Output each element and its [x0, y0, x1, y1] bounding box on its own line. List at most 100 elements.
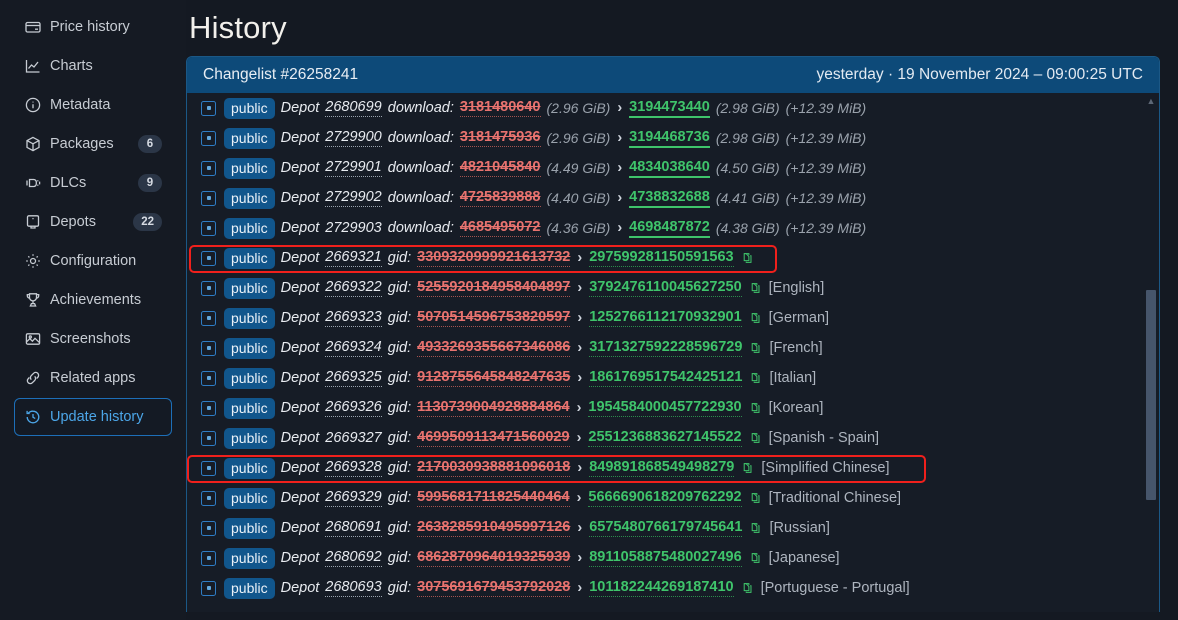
sidebar-item-update-history[interactable]: Update history: [14, 398, 172, 436]
arrow-separator: ›: [576, 520, 583, 536]
depot-number[interactable]: 2669322: [325, 279, 381, 297]
copy-icon[interactable]: [750, 432, 761, 444]
depot-number[interactable]: 2680699: [325, 99, 381, 117]
branch-square-icon[interactable]: [201, 461, 216, 476]
old-value: 3075691679453792028: [417, 579, 570, 597]
depot-number[interactable]: 2729903: [325, 220, 381, 236]
branch-badge: public: [224, 578, 275, 599]
branch-square-icon[interactable]: [201, 251, 216, 266]
copy-icon[interactable]: [750, 492, 761, 504]
sidebar-item-charts[interactable]: Charts: [14, 47, 172, 85]
sidebar-item-configuration[interactable]: Configuration: [14, 242, 172, 280]
language-label: [Simplified Chinese]: [761, 460, 889, 476]
branch-badge: public: [224, 248, 275, 269]
branch-badge: public: [224, 488, 275, 509]
language-label: [Japanese]: [769, 550, 840, 566]
page-title: History: [186, 0, 1160, 52]
branch-square-icon[interactable]: [201, 221, 216, 236]
field-label: download:: [388, 190, 454, 206]
changelist-row: publicDepot2680692gid:686287096401932593…: [201, 543, 1159, 573]
copy-icon[interactable]: [750, 402, 761, 414]
sidebar-item-label: DLCs: [50, 175, 129, 191]
old-size: (4.36 GiB): [547, 220, 611, 236]
depot-number[interactable]: 2669327: [325, 430, 381, 446]
changelist-row: publicDepot2669322gid:525592018495840489…: [201, 273, 1159, 303]
copy-icon[interactable]: [750, 552, 761, 564]
copy-icon[interactable]: [750, 372, 761, 384]
branch-square-icon[interactable]: [201, 581, 216, 596]
depot-number[interactable]: 2669326: [325, 399, 381, 417]
arrow-separator: ›: [616, 190, 623, 206]
branch-square-icon[interactable]: [201, 161, 216, 176]
sidebar-item-label: Depots: [50, 214, 124, 230]
sidebar-item-screenshots[interactable]: Screenshots: [14, 320, 172, 358]
old-value: 6862870964019325939: [417, 549, 570, 567]
field-label: gid:: [388, 400, 411, 416]
depot-number[interactable]: 2680692: [325, 549, 381, 567]
depot-number[interactable]: 2669329: [325, 489, 381, 507]
sidebar-item-packages[interactable]: Packages6: [14, 125, 172, 163]
language-label: [Russian]: [769, 520, 829, 536]
depot-number[interactable]: 2729901: [325, 159, 381, 177]
branch-square-icon[interactable]: [201, 131, 216, 146]
sidebar-item-price-history[interactable]: Price history: [14, 8, 172, 46]
copy-icon[interactable]: [742, 582, 753, 594]
changelist-panel: Changelist #26258241 yesterday · 19 Nove…: [186, 56, 1160, 612]
old-value: 1130739004928884864: [417, 399, 569, 417]
copy-icon[interactable]: [750, 522, 761, 534]
branch-square-icon[interactable]: [201, 191, 216, 206]
copy-icon[interactable]: [750, 312, 761, 324]
new-size: (2.98 GiB): [716, 100, 780, 116]
field-label: gid:: [388, 280, 411, 296]
scrollbar-thumb[interactable]: [1146, 290, 1156, 500]
sidebar-item-achievements[interactable]: Achievements: [14, 281, 172, 319]
arrow-separator: ›: [616, 130, 623, 146]
sidebar-item-related-apps[interactable]: Related apps: [14, 359, 172, 397]
branch-square-icon[interactable]: [201, 311, 216, 326]
branch-square-icon[interactable]: [201, 491, 216, 506]
depot-number[interactable]: 2729900: [325, 129, 381, 147]
dlc-plug-icon: [24, 175, 41, 192]
branch-square-icon[interactable]: [201, 371, 216, 386]
branch-square-icon[interactable]: [201, 281, 216, 296]
branch-square-icon[interactable]: [201, 101, 216, 116]
depot-number[interactable]: 2669323: [325, 309, 381, 327]
vertical-scrollbar[interactable]: ▲: [1145, 94, 1157, 612]
depot-number[interactable]: 2669328: [325, 459, 381, 477]
new-size: (2.98 GiB): [716, 130, 780, 146]
old-value: 3309320999921613732: [417, 249, 570, 267]
field-label: gid:: [388, 250, 411, 266]
image-icon: [24, 331, 41, 348]
scroll-up-arrow-icon[interactable]: ▲: [1146, 97, 1156, 105]
new-value: 5666690618209762292: [588, 489, 741, 507]
field-label: gid:: [388, 520, 411, 536]
branch-square-icon[interactable]: [201, 431, 216, 446]
depot-number[interactable]: 2669321: [325, 249, 381, 267]
copy-icon[interactable]: [750, 282, 761, 294]
depot-word: Depot: [281, 400, 320, 416]
copy-icon[interactable]: [742, 462, 753, 474]
depot-number[interactable]: 2680693: [325, 579, 381, 597]
sidebar-item-dlcs[interactable]: DLCs9: [14, 164, 172, 202]
arrow-separator: ›: [616, 100, 623, 116]
sidebar-item-metadata[interactable]: Metadata: [14, 86, 172, 124]
depot-number[interactable]: 2669324: [325, 339, 381, 357]
depot-number[interactable]: 2729902: [325, 189, 381, 207]
copy-icon[interactable]: [750, 342, 761, 354]
depot-number[interactable]: 2669325: [325, 369, 381, 387]
field-label: gid:: [388, 340, 411, 356]
depot-word: Depot: [281, 550, 320, 566]
branch-square-icon[interactable]: [201, 401, 216, 416]
new-value: 3171327592228596729: [589, 339, 742, 357]
sidebar-item-depots[interactable]: Depots22: [14, 203, 172, 241]
sidebar-item-label: Price history: [50, 19, 162, 35]
old-value: 5995681711825440464: [417, 489, 569, 507]
old-size: (4.40 GiB): [547, 190, 611, 206]
branch-square-icon[interactable]: [201, 521, 216, 536]
copy-icon[interactable]: [742, 252, 753, 264]
depot-number[interactable]: 2680691: [325, 519, 381, 537]
branch-square-icon[interactable]: [201, 341, 216, 356]
arrow-separator: ›: [576, 490, 583, 506]
depot-word: Depot: [281, 490, 320, 506]
branch-square-icon[interactable]: [201, 551, 216, 566]
